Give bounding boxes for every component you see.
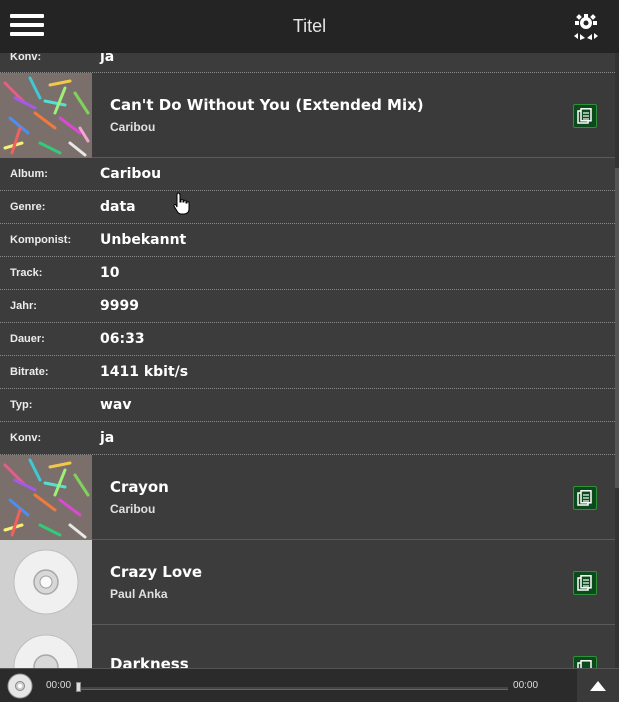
detail-row-bitrate: Bitrate: 1411 kbit/s [0,356,619,389]
detail-label: Dauer: [10,333,45,345]
detail-value: Unbekannt [100,232,187,248]
track-title: Darkness [110,655,189,668]
detail-value: 10 [100,265,120,281]
track-item[interactable]: Darkness [0,624,619,668]
album-cover-image [0,72,92,158]
page-title: Titel [292,16,327,36]
detail-value: 9999 [100,298,139,314]
top-bar: Titel [0,0,619,53]
detail-value: 06:33 [100,331,145,347]
detail-value: ja [100,53,115,65]
track-artist: Paul Anka [110,587,168,601]
detail-label: Komponist: [10,234,72,246]
track-artist: Caribou [110,120,156,134]
track-item[interactable]: Crazy Love Paul Anka [0,539,619,625]
detail-row-year: Jahr: 9999 [0,290,619,323]
menu-icon[interactable] [10,14,44,38]
now-playing-cd-icon [7,673,33,699]
detail-row-type: Typ: wav [0,389,619,422]
detail-row-composer: Komponist: Unbekannt [0,224,619,257]
queue-icon[interactable] [573,104,597,128]
queue-icon[interactable] [573,656,597,668]
scrollbar[interactable] [615,53,619,668]
detail-row-partial: Konv: ja [0,53,619,73]
detail-row-converted: Konv: ja [0,422,619,455]
track-title: Can't Do Without You (Extended Mix) [110,96,424,114]
detail-label: Genre: [10,201,46,213]
progress-slider-handle[interactable] [76,681,82,692]
queue-icon[interactable] [573,486,597,510]
total-time: 00:00 [513,680,539,691]
detail-value: Caribou [100,166,162,182]
detail-label: Typ: [10,399,33,411]
detail-label: Bitrate: [10,366,49,378]
default-cd-cover-icon [0,539,92,625]
detail-row-duration: Dauer: 06:33 [0,323,619,356]
track-title: Crazy Love [110,563,203,581]
detail-label: Jahr: [10,300,37,312]
gear-icon[interactable] [571,12,601,42]
track-title: Crayon [110,478,169,496]
detail-row-track: Track: 10 [0,257,619,290]
track-item-selected[interactable]: Can't Do Without You (Extended Mix) Cari… [0,72,619,158]
detail-label: Album: [10,168,48,180]
progress-slider[interactable] [76,680,509,692]
queue-icon[interactable] [573,571,597,595]
detail-value: data [100,199,136,215]
hand-pointer-cursor-icon [172,192,192,220]
detail-label: Track: [10,267,43,279]
detail-value: wav [100,397,132,413]
player-bar: 00:00 00:00 [0,668,619,702]
track-item[interactable]: Crayon Caribou [0,454,619,540]
detail-value: 1411 kbit/s [100,364,189,380]
current-time: 00:00 [46,680,72,691]
track-list[interactable]: Konv: ja Can't Do Without You (Extended … [0,53,619,668]
triangle-up-icon[interactable] [577,669,619,702]
detail-value: ja [100,430,115,446]
album-cover-image [0,454,92,540]
track-artist: Caribou [110,502,156,516]
detail-row-album: Album: Caribou [0,158,619,191]
default-cd-cover-icon [0,624,92,668]
detail-row-genre: Genre: data [0,191,619,224]
detail-label: Konv: [10,53,42,63]
detail-label: Konv: [10,432,42,444]
